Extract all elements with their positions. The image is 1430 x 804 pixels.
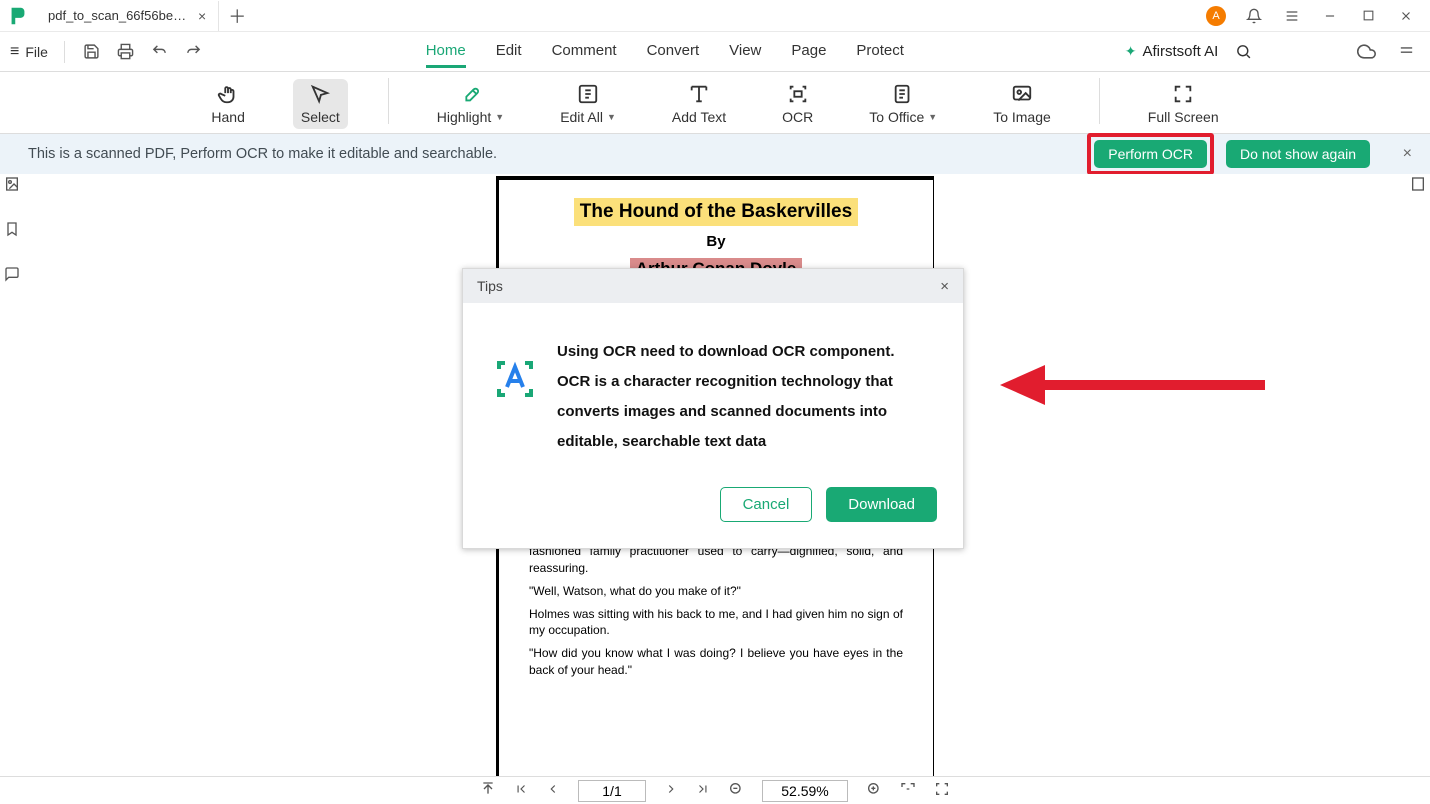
chevron-down-icon: ▼	[607, 112, 616, 122]
tool-add-text-label: Add Text	[672, 109, 726, 125]
menu-bar: ≡ File Home Edit Comment Convert View Pa…	[0, 32, 1430, 72]
first-page-icon[interactable]	[514, 782, 528, 799]
tab-edit[interactable]: Edit	[496, 36, 522, 68]
hamburger-menu-icon[interactable]	[1282, 6, 1302, 26]
tool-ocr-label: OCR	[782, 109, 813, 125]
ocr-notification-bar: This is a scanned PDF, Perform OCR to ma…	[0, 134, 1430, 174]
minimize-icon[interactable]	[1320, 6, 1340, 26]
dialog-close-icon[interactable]: ×	[940, 278, 949, 295]
status-bar	[0, 776, 1430, 804]
maximize-icon[interactable]	[1358, 6, 1378, 26]
sparkle-icon: ✦	[1125, 43, 1137, 60]
tool-highlight-label: Highlight	[437, 109, 491, 125]
right-sidebar	[1406, 176, 1430, 197]
zoom-out-icon[interactable]	[728, 781, 744, 800]
perform-ocr-button[interactable]: Perform OCR	[1094, 140, 1207, 168]
annotation-arrow	[1000, 360, 1270, 410]
annotation-highlight: Perform OCR	[1087, 133, 1214, 175]
document-tab[interactable]: pdf_to_scan_66f56be9d8... ×	[36, 1, 219, 31]
title-bar: pdf_to_scan_66f56be9d8... × ＋ A	[0, 0, 1430, 32]
tab-home[interactable]: Home	[426, 36, 466, 68]
tool-hand-label: Hand	[211, 109, 244, 125]
file-hamburger-icon: ≡	[10, 43, 19, 61]
doc-by: By	[529, 232, 903, 252]
chevron-down-icon: ▼	[495, 112, 504, 122]
panel-toggle-icon[interactable]	[1392, 41, 1420, 63]
tool-highlight[interactable]: Highlight ▼	[429, 79, 512, 129]
main-tabs: Home Edit Comment Convert View Page Prot…	[217, 36, 1113, 68]
user-avatar[interactable]: A	[1206, 6, 1226, 26]
search-icon[interactable]	[1230, 41, 1256, 63]
tool-hand[interactable]: Hand	[203, 79, 252, 129]
thumbnails-icon[interactable]	[4, 176, 20, 197]
ai-label: Afirstsoft AI	[1142, 43, 1218, 60]
comment-panel-icon[interactable]	[4, 266, 20, 287]
last-page-icon[interactable]	[696, 782, 710, 799]
tool-to-image[interactable]: To Image	[985, 79, 1059, 129]
ocr-notification-text: This is a scanned PDF, Perform OCR to ma…	[28, 146, 497, 162]
cancel-button[interactable]: Cancel	[720, 487, 813, 522]
zoom-level-input[interactable]	[762, 780, 848, 802]
document-tab-title: pdf_to_scan_66f56be9d8...	[48, 8, 188, 23]
prev-page-icon[interactable]	[546, 782, 560, 799]
undo-icon[interactable]	[149, 41, 171, 63]
fit-width-icon[interactable]	[900, 781, 916, 800]
tool-ocr[interactable]: OCR	[774, 79, 821, 129]
tool-select-label: Select	[301, 109, 340, 125]
doc-paragraph: "Well, Watson, what do you make of it?"	[529, 583, 903, 599]
tab-convert[interactable]: Convert	[647, 36, 700, 68]
print-icon[interactable]	[115, 41, 137, 63]
page-number-input[interactable]	[578, 780, 646, 802]
notifications-icon[interactable]	[1244, 6, 1264, 26]
tool-add-text[interactable]: Add Text	[664, 79, 734, 129]
tool-to-image-label: To Image	[993, 109, 1051, 125]
tool-edit-all-label: Edit All	[560, 109, 603, 125]
tab-page[interactable]: Page	[791, 36, 826, 68]
ribbon-toolbar: Hand Select Highlight ▼ Edit All ▼ Add Tex…	[0, 72, 1430, 134]
do-not-show-again-button[interactable]: Do not show again	[1226, 140, 1370, 168]
tool-to-office[interactable]: To Office ▼	[861, 79, 945, 129]
close-tab-icon[interactable]: ×	[198, 8, 206, 24]
close-notification-icon[interactable]: ×	[1403, 145, 1412, 163]
file-label: File	[25, 44, 48, 60]
tips-dialog: Tips × Using OCR need to download OCR co…	[462, 268, 964, 549]
cloud-icon[interactable]	[1352, 41, 1380, 63]
tool-to-office-label: To Office	[869, 109, 924, 125]
fit-page-icon[interactable]	[934, 781, 950, 800]
zoom-in-icon[interactable]	[866, 781, 882, 800]
close-window-icon[interactable]	[1396, 6, 1416, 26]
bookmark-icon[interactable]	[4, 221, 20, 242]
doc-title: The Hound of the Baskervilles	[574, 198, 858, 226]
tab-view[interactable]: View	[729, 36, 761, 68]
tool-full-screen-label: Full Screen	[1148, 109, 1219, 125]
download-button[interactable]: Download	[826, 487, 937, 522]
ocr-scan-icon	[491, 355, 539, 403]
dialog-line1: Using OCR need to download OCR component…	[557, 337, 935, 367]
tool-select[interactable]: Select	[293, 79, 348, 129]
tab-comment[interactable]: Comment	[552, 36, 617, 68]
doc-paragraph: Holmes was sitting with his back to me, …	[529, 606, 903, 638]
properties-icon[interactable]	[1410, 176, 1426, 197]
tab-protect[interactable]: Protect	[856, 36, 904, 68]
tool-edit-all[interactable]: Edit All ▼	[552, 79, 624, 129]
chevron-down-icon: ▼	[928, 112, 937, 122]
app-logo	[0, 0, 36, 32]
dialog-title: Tips	[477, 278, 503, 294]
scroll-top-icon[interactable]	[480, 781, 496, 800]
save-icon[interactable]	[81, 41, 103, 63]
next-page-icon[interactable]	[664, 782, 678, 799]
left-sidebar	[0, 176, 24, 287]
dialog-line2: OCR is a character recognition technolog…	[557, 367, 935, 457]
doc-paragraph: "How did you know what I was doing? I be…	[529, 645, 903, 677]
new-tab-button[interactable]: ＋	[219, 3, 255, 29]
ai-link[interactable]: ✦ Afirstsoft AI	[1125, 43, 1219, 60]
redo-icon[interactable]	[183, 41, 205, 63]
tool-full-screen[interactable]: Full Screen	[1140, 79, 1227, 129]
file-menu[interactable]: ≡ File	[10, 43, 48, 61]
